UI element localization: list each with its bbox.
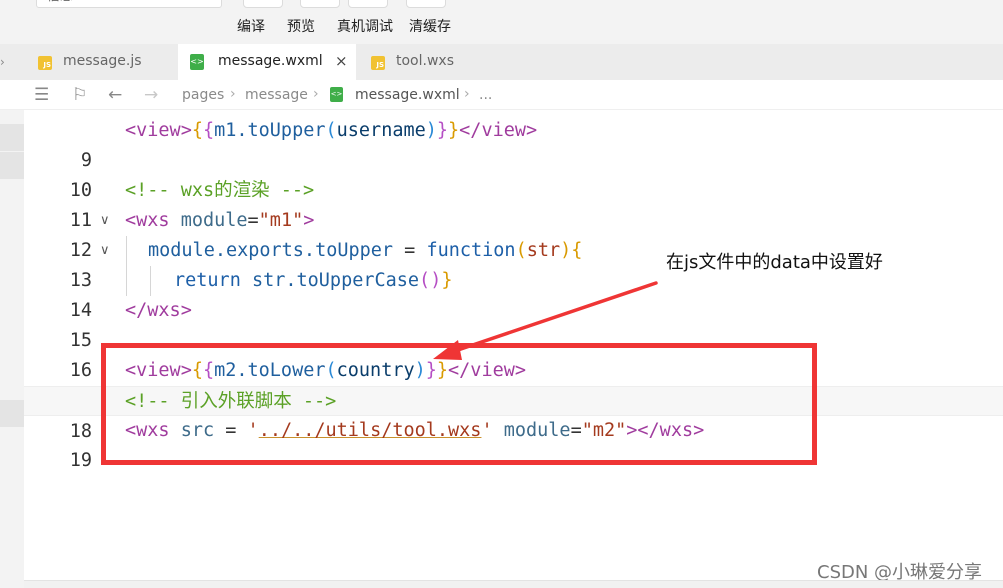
breadcrumb-item-pages[interactable]: pages [182,87,224,103]
editor-tab-bar: › JS message.js <> message.wxml × JS too… [0,44,1003,80]
js-file-icon: JS [38,56,52,70]
breadcrumb-item-more[interactable]: ... [479,87,492,103]
forward-arrow-icon[interactable]: → [144,85,158,105]
code-text: </wxs> [125,300,192,321]
js-file-icon: JS [371,56,385,70]
wxml-file-icon: <> [330,87,343,102]
back-arrow-icon[interactable]: ← [108,85,122,105]
red-highlight-box [101,343,817,465]
code-text: <wxs module="m1"> [125,210,315,231]
fold-chevron-icon[interactable]: ∨ [100,206,110,236]
annotation-note: 在js文件中的data中设置好 [666,252,883,273]
breadcrumb-separator: › [230,86,236,102]
tab-label: message.js [63,53,142,69]
bookmark-icon[interactable]: ⚐ [72,85,87,105]
breadcrumb-separator: › [313,86,319,102]
code-line[interactable]: 15 </wxs> [24,296,1003,351]
preview-button[interactable]: 预览 [287,16,315,36]
code-line[interactable]: 12 ∨ <wxs module="m1"> [24,206,1003,261]
indent-guide [126,236,127,296]
code-line[interactable]: 9 <view>{{m1.toUpper(username)}}</view> [24,116,1003,171]
close-icon[interactable]: × [335,52,348,70]
preview-icon[interactable] [300,0,340,8]
code-line[interactable]: 11 <!-- wxs的渲染 --> [24,176,1003,231]
top-toolbar: 信息 编译 预览 真机调试 清缓存 [0,0,1003,44]
explorer-row[interactable] [0,124,24,151]
clear-cache-icon[interactable] [406,0,446,8]
explorer-row[interactable] [0,152,24,179]
tab-message-wxml[interactable]: <> message.wxml × [178,44,356,80]
code-text: return str.toUpperCase()} [174,270,453,291]
breadcrumb-item-file[interactable]: message.wxml [355,87,460,103]
code-text: module.exports.toUpper = function(str){ [148,240,583,261]
remote-debug-icon[interactable] [348,0,388,8]
sidebar-collapse-icon[interactable]: › [0,55,8,69]
search-input[interactable]: 信息 [36,0,222,8]
compile-icon[interactable] [243,0,283,8]
tab-label: tool.wxs [396,53,454,69]
file-explorer-strip[interactable] [0,110,24,588]
tab-label: message.wxml [218,53,323,69]
tab-message-js[interactable]: JS message.js [26,44,178,80]
outline-list-icon[interactable]: ☰ [34,85,49,105]
remote-debug-button[interactable]: 真机调试 [337,16,393,36]
tab-tool-wxs[interactable]: JS tool.wxs [359,44,507,80]
explorer-row[interactable] [0,400,24,427]
indent-guide [150,266,151,296]
breadcrumb: ☰ ⚐ ← → pages › message › <> message.wxm… [0,80,1003,110]
fold-chevron-icon[interactable]: ∨ [100,236,110,266]
horizontal-scrollbar[interactable] [24,580,1003,588]
wxml-file-icon: <> [190,54,204,70]
code-comment: <!-- wxs的渲染 --> [125,180,315,201]
breadcrumb-item-message[interactable]: message [245,87,308,103]
clear-cache-button[interactable]: 清缓存 [409,16,451,36]
breadcrumb-separator: › [464,86,470,102]
line-number: 19 [69,450,92,471]
code-line[interactable]: 10 [24,146,1003,201]
compile-button[interactable]: 编译 [237,16,265,36]
code-text: <view>{{m1.toUpper(username)}}</view> [125,120,538,141]
